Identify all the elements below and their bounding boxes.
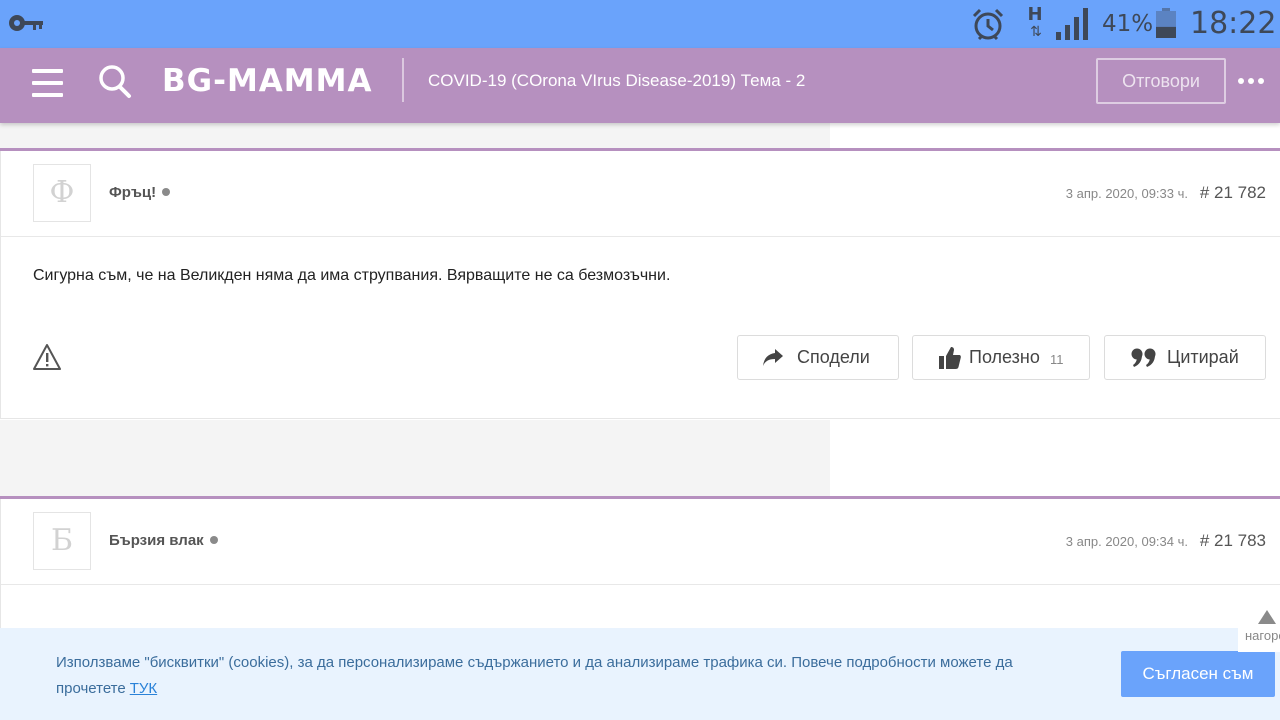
quote-button[interactable]: Цитирай xyxy=(1104,335,1266,380)
quote-icon xyxy=(1131,348,1156,367)
author-name: Бързия влак xyxy=(109,532,204,549)
avatar[interactable]: Б xyxy=(33,512,91,570)
post-header: Б Бързия влак 3 апр. 2020, 09:34 ч. # 21… xyxy=(1,499,1280,585)
thumbs-up-icon xyxy=(939,347,961,369)
search-icon[interactable] xyxy=(98,64,132,100)
header-divider xyxy=(402,58,404,102)
network-type-label: H xyxy=(1027,4,1043,25)
site-header: BG-MAMMA COVID-19 (COrona VIrus Disease-… xyxy=(0,48,1280,123)
post-number-link[interactable]: # 21 783 xyxy=(1200,531,1266,551)
topic-title: COVID-19 (COrona VIrus Disease-2019) Тем… xyxy=(428,71,806,90)
scroll-to-top-button[interactable]: нагоре xyxy=(1238,606,1280,652)
cookie-notice: Използваме "бисквитки" (cookies), за да … xyxy=(56,650,1056,702)
key-icon xyxy=(9,15,43,31)
status-bar: H ⇅ 41% 18:22 xyxy=(0,0,1280,48)
menu-icon[interactable] xyxy=(32,69,63,97)
scroll-to-top-label: нагоре xyxy=(1245,628,1280,643)
reply-button[interactable]: Отговори xyxy=(1096,58,1226,104)
report-warning-icon[interactable] xyxy=(33,343,61,371)
share-button[interactable]: Сподели xyxy=(737,335,899,380)
site-logo[interactable]: BG-MAMMA xyxy=(162,62,372,100)
network-type-indicator: H ⇅ xyxy=(1024,6,1046,42)
post-body: Сигурна съм, че на Великден няма да има … xyxy=(33,267,671,284)
useful-label: Полезно xyxy=(969,347,1040,367)
post-number-link[interactable]: # 21 782 xyxy=(1200,183,1266,203)
post-date: 3 апр. 2020, 09:34 ч. xyxy=(1065,534,1188,549)
clock-time: 18:22 xyxy=(1190,6,1277,41)
forum-post: Ф Фръц! 3 апр. 2020, 09:33 ч. # 21 782 С… xyxy=(0,151,1280,419)
alarm-icon xyxy=(972,8,1004,41)
content-gap xyxy=(0,420,830,496)
battery-icon xyxy=(1156,8,1176,38)
share-icon xyxy=(763,349,783,366)
cookie-text: Използваме "бисквитки" (cookies), за да … xyxy=(56,654,1013,697)
arrow-up-icon xyxy=(1258,610,1276,624)
content-gap xyxy=(0,123,830,149)
more-icon[interactable] xyxy=(1238,72,1266,90)
cookie-banner: Използваме "бисквитки" (cookies), за да … xyxy=(0,628,1280,720)
post-author[interactable]: Бързия влак xyxy=(109,532,218,549)
avatar[interactable]: Ф xyxy=(33,164,91,222)
share-label: Сподели xyxy=(797,347,870,367)
cookie-more-link[interactable]: ТУК xyxy=(130,680,157,697)
network-arrows-icon: ⇅ xyxy=(1030,24,1042,40)
post-date: 3 апр. 2020, 09:33 ч. xyxy=(1065,186,1188,201)
post-header: Ф Фръц! 3 апр. 2020, 09:33 ч. # 21 782 xyxy=(1,151,1280,237)
useful-count: 11 xyxy=(1050,352,1064,367)
battery-percent: 41% xyxy=(1102,11,1154,37)
online-status-dot xyxy=(209,536,218,544)
online-status-dot xyxy=(162,188,171,196)
accept-cookies-button[interactable]: Съгласен съм xyxy=(1121,651,1275,697)
signal-icon xyxy=(1056,8,1088,40)
author-name: Фръц! xyxy=(109,184,157,201)
post-author[interactable]: Фръц! xyxy=(109,184,171,201)
forum-post: Б Бързия влак 3 апр. 2020, 09:34 ч. # 21… xyxy=(0,499,1280,639)
quote-label: Цитирай xyxy=(1167,347,1239,367)
useful-button[interactable]: Полезно 11 xyxy=(912,335,1090,380)
